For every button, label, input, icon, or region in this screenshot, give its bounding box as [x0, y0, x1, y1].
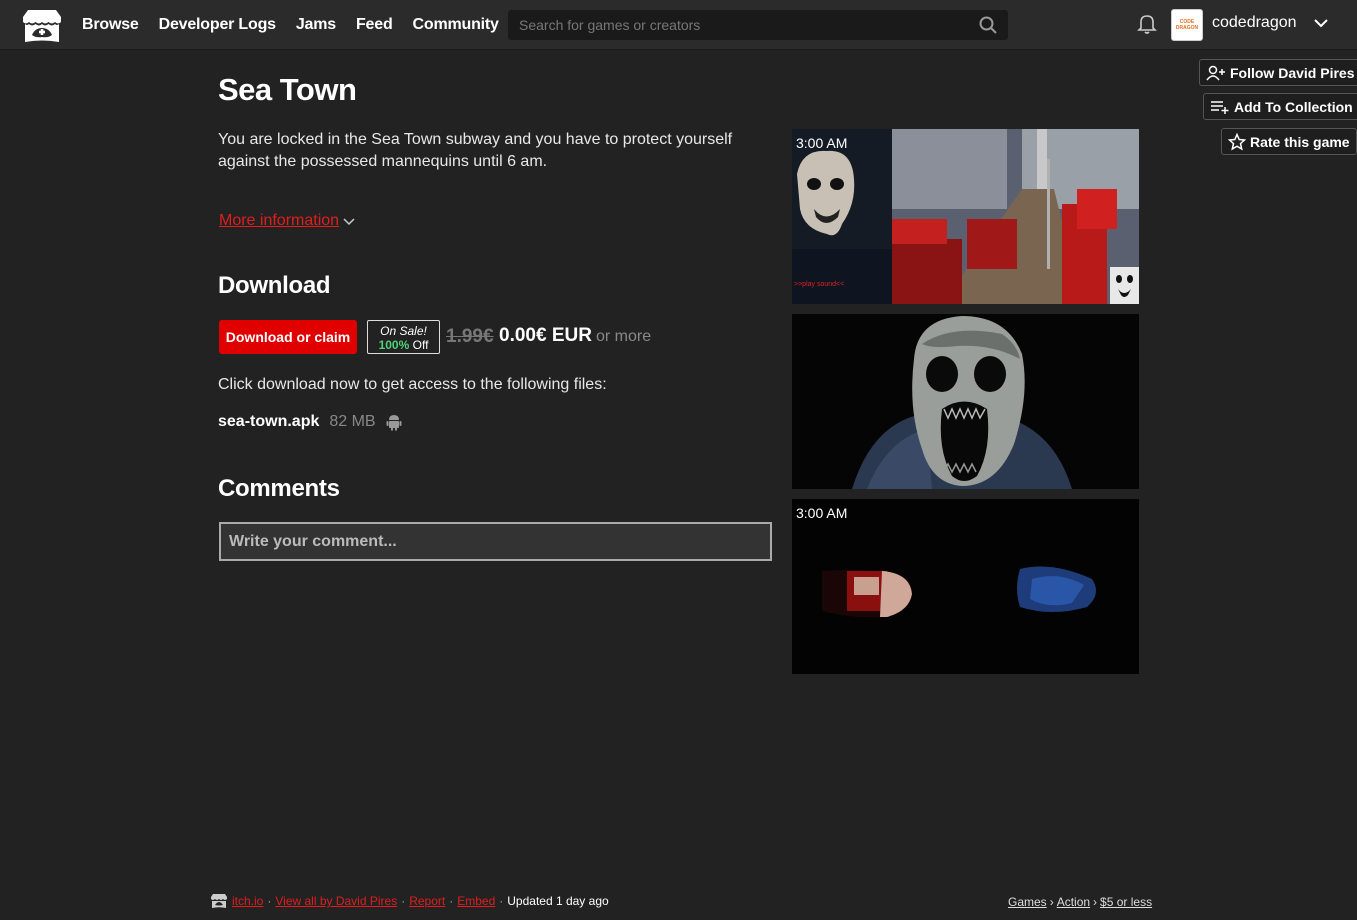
comment-input[interactable] [219, 522, 772, 561]
itch-logo-icon[interactable] [22, 8, 62, 44]
file-row: sea-town.apk 82 MB [218, 413, 402, 431]
sale-badge: On Sale! 100% Off [367, 320, 440, 354]
star-icon [1228, 132, 1246, 151]
shot-1-time: 3:00 AM [796, 135, 848, 151]
search-box [508, 10, 1008, 40]
breadcrumb-price[interactable]: $5 or less [1100, 895, 1152, 909]
mannequin-face-image [792, 314, 1139, 489]
breadcrumb-separator: › [1049, 895, 1054, 909]
notification-bell-icon[interactable] [1137, 13, 1157, 40]
top-bar: Browse Developer Logs Jams Feed Communit… [0, 0, 1357, 50]
screenshot-2[interactable] [792, 314, 1139, 489]
nav-community[interactable]: Community [413, 16, 499, 34]
comments-heading: Comments [218, 475, 340, 502]
breadcrumb-separator: › [1093, 895, 1098, 909]
screenshot-1[interactable]: 3:00 AM >>play sound<< [792, 129, 1139, 304]
subway-interior-image [792, 129, 1139, 304]
sale-off: Off [412, 338, 429, 352]
nav-developer-logs[interactable]: Developer Logs [159, 16, 276, 34]
add-to-collection-button[interactable]: Add To Collection [1203, 93, 1357, 120]
follow-button[interactable]: Follow David Pires [1199, 59, 1357, 86]
download-heading: Download [218, 272, 331, 299]
footer-embed-link[interactable]: Embed [457, 894, 495, 908]
avatar[interactable]: CODE DRAGON [1171, 9, 1203, 41]
game-title: Sea Town [218, 72, 357, 107]
footer-separator: · [499, 894, 504, 908]
breadcrumb-games[interactable]: Games [1008, 895, 1047, 909]
nav-browse[interactable]: Browse [82, 16, 139, 34]
play-sound-caption: >>play sound<< [794, 281, 845, 288]
username[interactable]: codedragon [1212, 14, 1297, 32]
download-button[interactable]: Download or claim [219, 320, 357, 354]
footer-separator: · [401, 894, 406, 908]
footer-separator: · [267, 894, 272, 908]
footer-report-link[interactable]: Report [409, 894, 445, 908]
footer-itch-link[interactable]: itch.io [232, 894, 263, 908]
screenshot-3[interactable]: 3:00 AM [792, 499, 1139, 674]
access-text: Click download now to get access to the … [218, 376, 607, 393]
dark-subway-image [792, 499, 1139, 674]
original-price: 1.99€ [446, 326, 494, 347]
itch-small-logo-icon [211, 894, 227, 908]
playlist-add-icon [1211, 100, 1229, 114]
footer: itch.io · View all by David Pires · Repo… [210, 893, 609, 909]
user-add-icon [1206, 65, 1225, 80]
file-name: sea-town.apk [218, 413, 320, 430]
chevron-down-icon [343, 218, 355, 226]
price-or-more: or more [596, 328, 652, 345]
shot-3-time: 3:00 AM [796, 505, 848, 521]
file-size: 82 MB [329, 413, 376, 430]
updated-text: Updated 1 day ago [507, 894, 609, 908]
follow-label: Follow David Pires [1230, 64, 1355, 81]
main-nav: Browse Developer Logs Jams Feed Communit… [82, 0, 499, 50]
breadcrumb-action[interactable]: Action [1057, 895, 1090, 909]
android-icon [386, 415, 402, 431]
rate-game-button[interactable]: Rate this game [1221, 128, 1357, 155]
avatar-text: CODE DRAGON [1175, 19, 1199, 31]
more-information-label: More information [219, 212, 340, 229]
breadcrumb: Games › Action › $5 or less [1008, 895, 1152, 909]
sale-percent: 100% [378, 338, 410, 352]
nav-jams[interactable]: Jams [296, 16, 336, 34]
game-description: You are locked in the Sea Town subway an… [218, 131, 733, 170]
more-information-link[interactable]: More information [219, 212, 355, 230]
search-input[interactable] [509, 11, 969, 39]
footer-separator: · [449, 894, 454, 908]
sale-price: 0.00€ EUR [499, 325, 592, 346]
sale-label: On Sale! [380, 324, 427, 338]
chevron-down-icon[interactable] [1313, 16, 1329, 34]
footer-view-all-link[interactable]: View all by David Pires [275, 894, 397, 908]
search-icon[interactable] [979, 16, 997, 39]
nav-feed[interactable]: Feed [356, 16, 393, 34]
rate-label: Rate this game [1250, 133, 1350, 150]
collection-label: Add To Collection [1234, 98, 1353, 115]
